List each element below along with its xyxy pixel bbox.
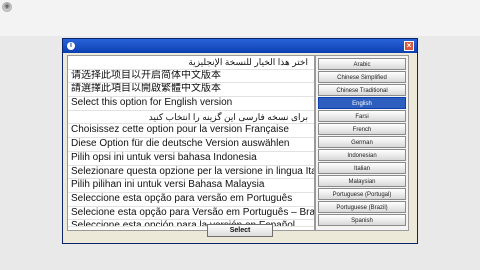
language-button-spanish[interactable]: Spanish <box>318 214 406 226</box>
language-button-portuguese-portugal[interactable]: Portuguese (Portugal) <box>318 188 406 200</box>
language-button-chinese-simplified[interactable]: Chinese Simplified <box>318 71 406 83</box>
language-button-english[interactable]: English <box>318 97 406 109</box>
prompt-line-french: Choisissez cette option pour la version … <box>68 124 314 139</box>
language-button-portuguese-brazil[interactable]: Portuguese (Brazil) <box>318 201 406 213</box>
prompt-line-english: Select this option for English version <box>68 97 314 111</box>
prompt-line-portuguese-brazil: Selecione esta opção para Versão em Port… <box>68 207 314 221</box>
language-button-arabic[interactable]: Arabic <box>318 58 406 70</box>
language-button-malaysian[interactable]: Malaysian <box>318 175 406 187</box>
language-button-german[interactable]: German <box>318 136 406 148</box>
prompt-line-portuguese-portugal: Seleccione esta opção para versão em Por… <box>68 193 314 207</box>
dialog-titlebar: i × <box>63 39 417 53</box>
language-button-chinese-traditional[interactable]: Chinese Traditional <box>318 84 406 96</box>
prompt-line-chinese-traditional: 請選擇此項目以開啟繁體中文版本 <box>68 83 314 98</box>
prompt-line-arabic: اختر هذا الخيار للنسخة الإنجليزية <box>68 56 314 70</box>
language-dialog: i × اختر هذا الخيار للنسخة الإنجليزية 请选… <box>62 38 418 244</box>
background-strip: ◉ <box>0 0 480 36</box>
language-button-french[interactable]: French <box>318 123 406 135</box>
info-icon: i <box>67 42 75 50</box>
app-icon: ◉ <box>2 2 12 12</box>
prompt-line-german: Diese Option für die deutsche Version au… <box>68 138 314 152</box>
close-button[interactable]: × <box>404 41 414 51</box>
prompt-line-malaysian: Pilih pilihan ini untuk versi Bahasa Mal… <box>68 179 314 193</box>
prompt-line-indonesian: Pilih opsi ini untuk versi bahasa Indone… <box>68 152 314 166</box>
prompt-line-chinese-simplified: 请选择此项目以开启简体中文版本 <box>68 70 314 84</box>
prompt-line-italian: Selezionare questa opzione per la versio… <box>68 166 314 180</box>
prompt-line-farsi: برای نسخه فارسی این گزینه را انتخاب کنید <box>68 111 314 125</box>
language-list: Arabic Chinese Simplified Chinese Tradit… <box>315 55 409 231</box>
language-button-italian[interactable]: Italian <box>318 162 406 174</box>
language-button-indonesian[interactable]: Indonesian <box>318 149 406 161</box>
language-button-farsi[interactable]: Farsi <box>318 110 406 122</box>
language-prompt-panel: اختر هذا الخيار للنسخة الإنجليزية 请选择此项目… <box>67 55 315 231</box>
select-button[interactable]: Select <box>207 224 273 237</box>
prompt-line-spanish: Seleccione esta opción para la versión e… <box>68 220 314 228</box>
